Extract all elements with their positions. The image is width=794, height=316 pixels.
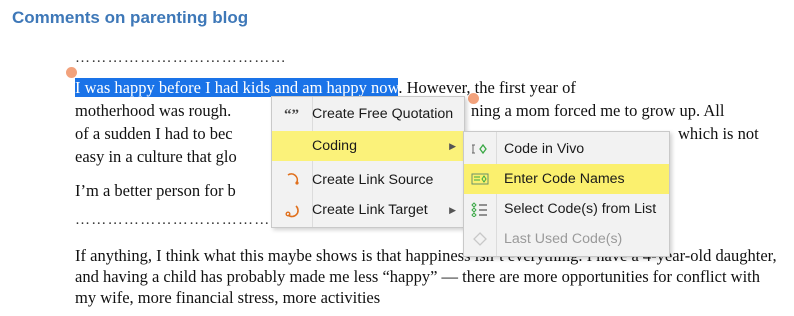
- link-target-icon: [272, 202, 312, 218]
- enter-code-names-icon: [464, 172, 496, 186]
- submenu-item-code-in-vivo[interactable]: Code in Vivo: [464, 134, 669, 164]
- link-source-icon: [272, 172, 312, 188]
- submenu-item-select-codes-from-list[interactable]: Select Code(s) from List: [464, 194, 669, 224]
- selection-start-handle[interactable]: [66, 67, 77, 78]
- selected-text[interactable]: I was happy before I had kids and am hap…: [75, 78, 399, 97]
- selection-end-handle[interactable]: [468, 93, 479, 104]
- menu-item-create-link-target[interactable]: Create Link Target ▶: [272, 195, 464, 225]
- code-list-icon: [464, 201, 496, 217]
- text-line: which is not: [678, 124, 759, 143]
- menu-item-create-free-quotation[interactable]: “” Create Free Quotation: [272, 99, 464, 129]
- text-line[interactable]: I was happy before I had kids and am hap…: [75, 77, 576, 98]
- submenu-item-enter-code-names[interactable]: Enter Code Names: [464, 164, 669, 194]
- text-line: easy in a culture that glo: [75, 147, 237, 166]
- quote-icon: “”: [272, 108, 312, 120]
- menu-item-create-link-source[interactable]: Create Link Source: [272, 165, 464, 195]
- chevron-right-icon: ▶: [449, 140, 456, 151]
- paragraph: If anything, I think what this maybe sho…: [75, 246, 777, 307]
- separator-top: …………………………………: [75, 50, 287, 66]
- separator-bottom: …………………………………: [75, 212, 287, 228]
- menu-item-coding[interactable]: Coding ▶: [272, 131, 464, 161]
- submenu-item-last-used-codes: Last Used Code(s): [464, 224, 669, 254]
- svg-text:“”: “”: [284, 108, 299, 120]
- last-used-code-icon: [464, 231, 496, 247]
- context-menu: “” Create Free Quotation Coding ▶ Create…: [271, 96, 465, 228]
- paragraph: I’m a better person for b: [75, 181, 236, 200]
- page-title: Comments on parenting blog: [12, 8, 249, 27]
- code-in-vivo-icon: [464, 142, 496, 156]
- text-line: of a sudden I had to bec: [75, 124, 233, 143]
- text-line: motherhood was rough.: [75, 101, 232, 120]
- text-line: ning a mom forced me to grow up. All: [471, 101, 725, 120]
- coding-submenu: Code in Vivo Enter Code Names Select Cod…: [463, 131, 670, 257]
- chevron-right-icon: ▶: [449, 204, 456, 215]
